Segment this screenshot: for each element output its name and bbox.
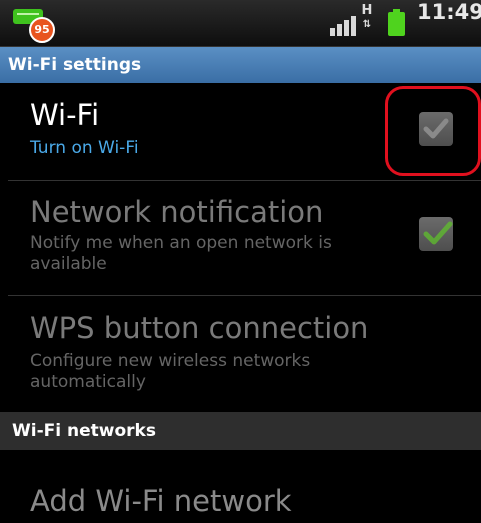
divider bbox=[8, 180, 481, 181]
notification-count-badge: 95 bbox=[29, 17, 55, 43]
wps-title: WPS button connection bbox=[30, 311, 369, 345]
add-wifi-network-row[interactable]: Add Wi-Fi network bbox=[0, 484, 481, 523]
page-title: Wi-Fi settings bbox=[0, 47, 481, 83]
status-bar: 95 H ⇅ 11:49 bbox=[0, 0, 481, 47]
checkmark-icon bbox=[423, 221, 453, 245]
clock: 11:49 bbox=[417, 0, 481, 24]
network-notification-subtitle: Notify me when an open network is availa… bbox=[30, 233, 332, 274]
network-notification-row[interactable]: Network notification Notify me when an o… bbox=[0, 195, 481, 291]
app-notification-icon: 95 bbox=[13, 7, 55, 43]
section-header-wifi-networks: Wi-Fi networks bbox=[0, 412, 481, 450]
add-wifi-network-title: Add Wi-Fi network bbox=[30, 484, 292, 518]
signal-icon bbox=[330, 14, 362, 36]
wps-button-row[interactable]: WPS button connection Configure new wire… bbox=[0, 311, 481, 407]
highlight-annotation bbox=[385, 86, 481, 176]
network-notification-title: Network notification bbox=[30, 195, 324, 229]
divider bbox=[8, 295, 481, 296]
network-notification-checkbox[interactable] bbox=[419, 217, 453, 251]
battery-icon bbox=[388, 9, 405, 36]
wps-subtitle: Configure new wireless networks automati… bbox=[30, 351, 311, 392]
